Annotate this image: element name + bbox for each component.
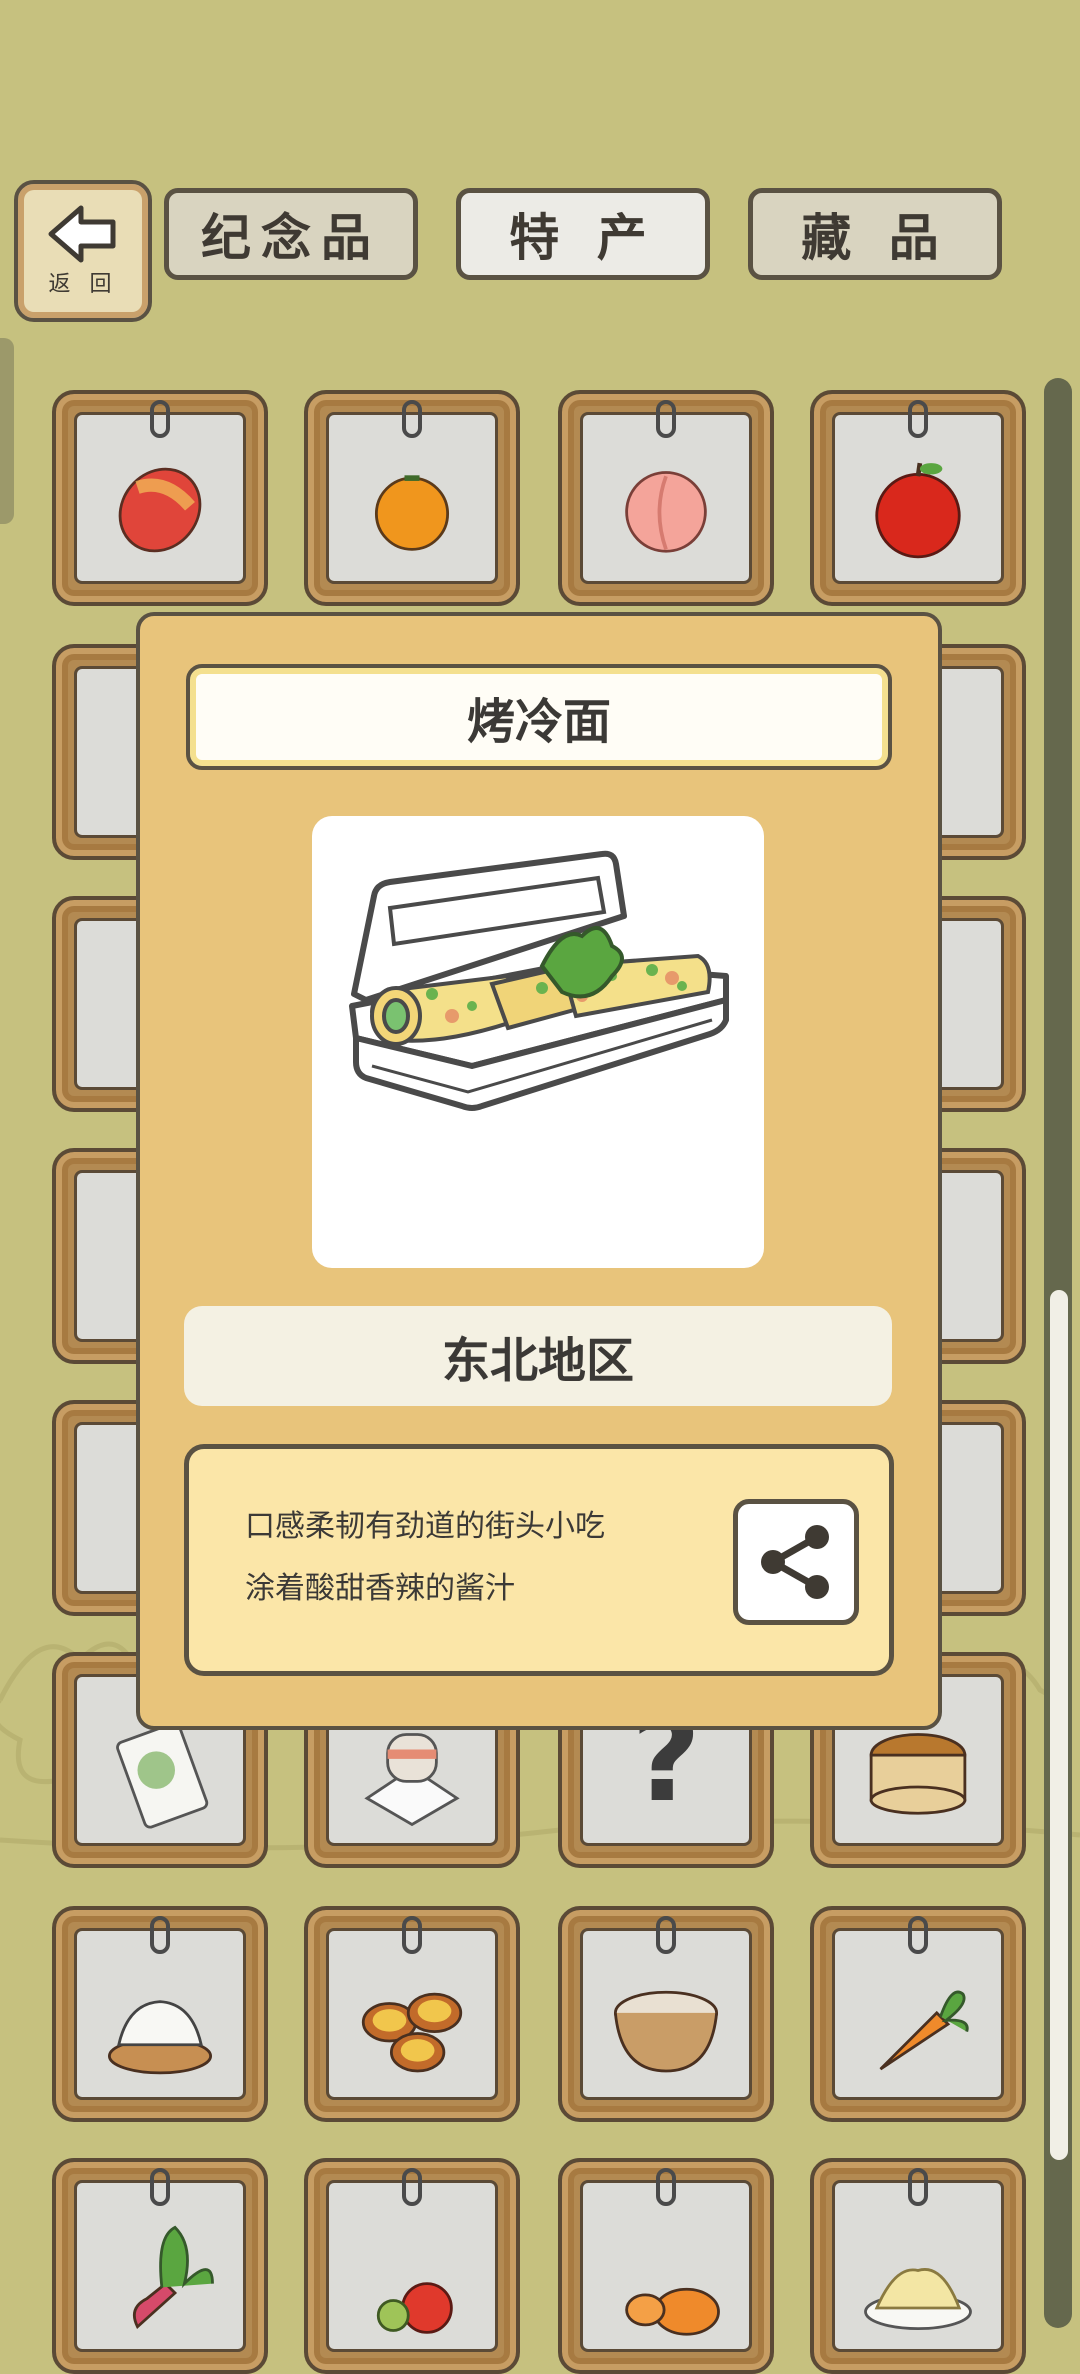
item-slot[interactable] [304,1906,520,2122]
pumpkins-icon [625,2287,720,2336]
description-line-2: 涂着酸甜香辣的酱汁 [245,1571,515,1606]
radish-icon [133,2225,214,2330]
egg-tarts-icon [361,1992,463,2073]
noodle-dish-icon [864,2268,972,2331]
porridge-bowl-icon [613,1990,719,2073]
hook-icon [656,2168,676,2206]
hook-icon [150,2168,170,2206]
orange-icon [374,475,450,551]
item-slot[interactable] [304,390,520,606]
item-slot[interactable] [558,1906,774,2122]
hook-icon [908,400,928,438]
item-slot[interactable] [52,2158,268,2374]
scrollbar-thumb[interactable] [1050,1290,1068,2160]
hook-icon [656,1916,676,1954]
item-image [312,816,764,1268]
hook-icon [150,1916,170,1954]
item-region: 东北地区 [184,1306,892,1406]
hook-icon [150,400,170,438]
hook-icon [908,1916,928,1954]
share-icon [761,1525,829,1599]
description-line-1: 口感柔韧有劲道的街头小吃 [245,1509,605,1544]
hook-icon [402,400,422,438]
rice-bucket-icon [869,1733,967,1815]
apple-icon [875,462,961,559]
item-description-panel: 口感柔韧有劲道的街头小吃 涂着酸甜香辣的酱汁 [184,1444,894,1676]
tomatoes-icon [376,2282,453,2334]
mooncake-plate-icon [364,1733,460,1827]
snack-bag-icon [116,1721,209,1829]
grilled-cold-noodles-box-icon [349,850,729,1111]
peach-icon [625,471,707,553]
item-slot[interactable] [558,390,774,606]
item-slot[interactable] [52,390,268,606]
item-slot[interactable] [52,1906,268,2122]
share-button[interactable] [733,1499,859,1625]
item-slot[interactable] [304,2158,520,2374]
item-slot[interactable] [810,390,1026,606]
hook-icon [402,1916,422,1954]
hook-icon [402,2168,422,2206]
item-slot[interactable] [810,2158,1026,2374]
item-slot[interactable] [810,1906,1026,2122]
item-slot[interactable] [558,2158,774,2374]
hook-icon [656,400,676,438]
mango-icon [118,467,202,553]
carrot-icon [879,1990,969,2071]
dumplings-icon [107,2000,213,2075]
hook-icon [908,2168,928,2206]
item-title: 烤冷面 [186,664,892,770]
